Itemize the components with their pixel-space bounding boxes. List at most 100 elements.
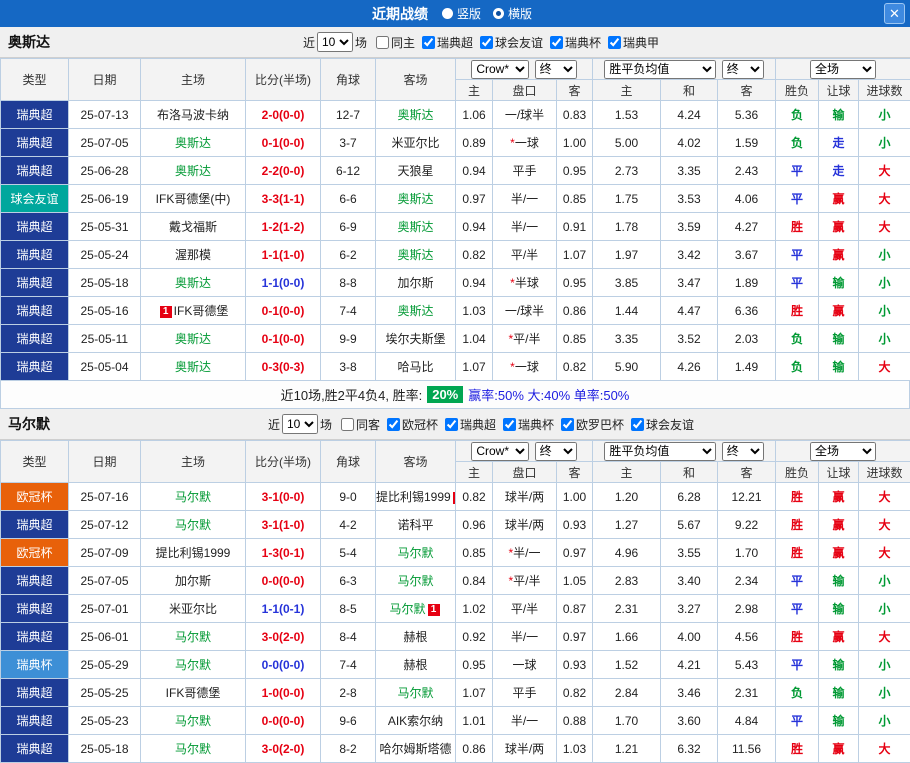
away-team-cell: 哈马比	[376, 353, 456, 381]
avg-home-cell: 4.96	[593, 539, 661, 567]
outcome-result-cell: 负	[776, 679, 819, 707]
league-filter[interactable]: 球会友谊	[480, 34, 543, 51]
outcome-result-cell: 胜	[776, 623, 819, 651]
home-team-cell: 马尔默	[141, 623, 246, 651]
avg-time-select[interactable]: 终	[722, 442, 764, 461]
avg-type-select[interactable]: 胜平负均值	[604, 442, 716, 461]
match-row: 瑞典超25-06-01马尔默3-0(2-0)8-4赫根0.92半/一0.971.…	[1, 623, 910, 651]
league-filter[interactable]: 瑞典杯	[550, 34, 601, 51]
avg-home-cell: 1.66	[593, 623, 661, 651]
away-odds-cell: 0.95	[557, 269, 593, 297]
col-odds-handicap: 盘口	[493, 462, 557, 483]
league-filter-checkbox[interactable]	[631, 418, 644, 431]
date-cell: 25-07-12	[69, 511, 141, 539]
team-name: 马尔默	[0, 414, 50, 434]
league-filter-checkbox[interactable]	[550, 36, 563, 49]
layout-horizontal-option[interactable]: 横版	[493, 5, 532, 22]
fulltime-select[interactable]: 全场	[810, 60, 876, 79]
outcome-result-cell: 平	[776, 241, 819, 269]
league-filter[interactable]: 瑞典杯	[503, 416, 554, 433]
radio-horizontal-icon[interactable]	[493, 8, 504, 19]
handicap-result-cell: 输	[819, 707, 859, 735]
avg-home-cell: 1.75	[593, 185, 661, 213]
avg-draw-cell: 4.00	[661, 623, 718, 651]
avg-type-select[interactable]: 胜平负均值	[604, 60, 716, 79]
match-row: 瑞典超25-07-05奥斯达0-1(0-0)3-7米亚尔比0.89*一球1.00…	[1, 129, 910, 157]
same-venue-filter-checkbox[interactable]	[376, 36, 389, 49]
corners-cell: 6-6	[321, 185, 376, 213]
team-label: IFK哥德堡	[166, 686, 221, 700]
avg-away-cell: 2.34	[718, 567, 776, 595]
league-filter-checkbox[interactable]	[503, 418, 516, 431]
league-filter-checkbox[interactable]	[480, 36, 493, 49]
home-team-cell: 加尔斯	[141, 567, 246, 595]
handicap-cell: 一/球半	[493, 297, 557, 325]
close-button[interactable]: ✕	[884, 3, 905, 24]
avg-draw-cell: 4.26	[661, 353, 718, 381]
league-filter-checkbox[interactable]	[608, 36, 621, 49]
handicap-cell: 球半/两	[493, 483, 557, 511]
handicap-cell: 平/半	[493, 595, 557, 623]
col-type: 类型	[1, 59, 69, 101]
away-odds-cell: 0.88	[557, 707, 593, 735]
home-odds-cell: 0.97	[456, 185, 493, 213]
home-odds-cell: 0.94	[456, 213, 493, 241]
handicap-result-cell: 赢	[819, 241, 859, 269]
layout-vertical-option[interactable]: 竖版	[442, 5, 481, 22]
home-odds-cell: 0.82	[456, 241, 493, 269]
match-row: 瑞典超25-05-25IFK哥德堡1-0(0-0)2-8马尔默1.07平手0.8…	[1, 679, 910, 707]
league-filter[interactable]: 瑞典超	[422, 34, 473, 51]
same-venue-filter-checkbox[interactable]	[341, 418, 354, 431]
date-cell: 25-07-16	[69, 483, 141, 511]
match-row: 瑞典超25-05-18奥斯达1-1(0-0)8-8加尔斯0.94*半球0.953…	[1, 269, 910, 297]
league-filter-checkbox[interactable]	[445, 418, 458, 431]
match-count-select[interactable]: 10	[317, 32, 353, 52]
fulltime-select[interactable]: 全场	[810, 442, 876, 461]
avg-away-cell: 5.36	[718, 101, 776, 129]
same-venue-filter[interactable]: 同主	[376, 34, 415, 51]
avg-time-select[interactable]: 终	[722, 60, 764, 79]
odds-time-select[interactable]: 终	[535, 60, 577, 79]
score-cell: 0-1(0-0)	[246, 297, 321, 325]
col-type: 类型	[1, 441, 69, 483]
score-cell: 2-2(0-0)	[246, 157, 321, 185]
radio-vertical-icon[interactable]	[442, 8, 453, 19]
league-filter[interactable]: 欧冠杯	[387, 416, 438, 433]
handicap-cell: *平/半	[493, 567, 557, 595]
away-odds-cell: 1.03	[557, 735, 593, 763]
team-label: 奥斯达	[175, 164, 211, 178]
handicap-star: *	[510, 360, 515, 374]
outcome-result-cell: 负	[776, 353, 819, 381]
section-header-bar: 奥斯达 近10场同主瑞典超球会友谊瑞典杯瑞典甲	[0, 27, 910, 58]
league-filter-checkbox[interactable]	[422, 36, 435, 49]
odds-time-select[interactable]: 终	[535, 442, 577, 461]
league-filter-checkbox[interactable]	[387, 418, 400, 431]
corners-cell: 6-2	[321, 241, 376, 269]
league-filter[interactable]: 欧罗巴杯	[561, 416, 624, 433]
corners-cell: 4-2	[321, 511, 376, 539]
away-team-cell: 奥斯达	[376, 213, 456, 241]
league-type-cell: 瑞典超	[1, 101, 69, 129]
handicap-star: *	[508, 574, 513, 588]
same-venue-filter[interactable]: 同客	[341, 416, 380, 433]
matches-table: 类型 日期 主场 比分(半场) 角球 客场 Crow* 终 胜平负均值 终	[0, 440, 910, 763]
col-odds-home: 主	[456, 462, 493, 483]
avg-home-cell: 1.20	[593, 483, 661, 511]
avg-away-cell: 6.36	[718, 297, 776, 325]
home-odds-cell: 1.07	[456, 353, 493, 381]
outcome-result-cell: 负	[776, 101, 819, 129]
home-team-cell: 1IFK哥德堡	[141, 297, 246, 325]
league-filter[interactable]: 瑞典超	[445, 416, 496, 433]
bookmaker-select[interactable]: Crow*	[471, 442, 529, 461]
match-count-select[interactable]: 10	[282, 414, 318, 434]
away-odds-cell: 0.82	[557, 679, 593, 707]
team-label: AIK索尔纳	[388, 714, 443, 728]
match-row: 瑞典超25-06-28奥斯达2-2(0-0)6-12天狼星0.94平手0.952…	[1, 157, 910, 185]
handicap-result-cell: 赢	[819, 213, 859, 241]
bookmaker-select[interactable]: Crow*	[471, 60, 529, 79]
league-filter[interactable]: 瑞典甲	[608, 34, 659, 51]
home-odds-cell: 1.04	[456, 325, 493, 353]
match-row: 瑞典超25-05-23马尔默0-0(0-0)9-6AIK索尔纳1.01半/一0.…	[1, 707, 910, 735]
league-filter[interactable]: 球会友谊	[631, 416, 694, 433]
league-filter-checkbox[interactable]	[561, 418, 574, 431]
